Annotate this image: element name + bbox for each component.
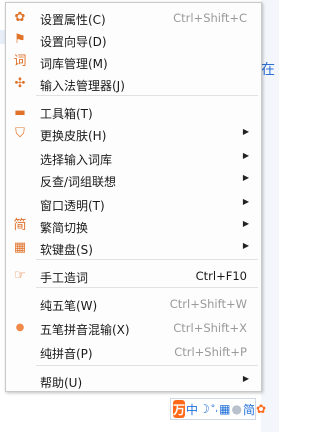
menu-separator [36,287,258,288]
ime-manager-icon: ✣ [14,76,26,91]
menu-item-toolbox[interactable]: ▬ 工具箱(T) [6,101,261,123]
context-menu: ✿ 设置属性(C) Ctrl+Shift+C ⚑ 设置向导(D) 词词库管理(M) ✣ 输入法… [5,2,262,392]
menu-item-label: 手工造词 [40,271,89,285]
menu-item-label: 词库管理(M) [40,57,108,71]
menu-item-label: 五笔拼音混输(X) [40,323,130,337]
simplified-icon[interactable]: 简 [243,400,255,418]
background-text: 在 [261,62,275,78]
trad-simp-icon: 简 [13,218,27,233]
menu-item-label: 输入法管理器(J) [40,79,125,93]
flag-icon: ⚑ [14,32,26,47]
menu-item-pure-pinyin[interactable]: 纯拼音(P) Ctrl+Shift+P [6,341,261,363]
gear-icon: ✿ [14,10,26,25]
punctuation-icon[interactable]: °, [211,400,218,418]
menu-item-shortcut: Ctrl+Shift+P [174,345,247,359]
submenu-arrow-icon: ▶ [242,127,249,136]
menu-item-wizard[interactable]: ⚑ 设置向导(D) [6,29,261,51]
moon-icon[interactable]: ☽ [199,400,210,418]
gear-icon[interactable]: ✿ [256,400,266,418]
menu-item-label: 纯拼音(P) [40,347,93,361]
menu-separator [36,95,258,96]
menu-item-lexicon[interactable]: 词词库管理(M) [6,51,261,73]
menu-item-skin[interactable]: ⛉ 更换皮肤(H) ▶ [6,123,261,145]
menu-item-label: 帮助(U) [40,376,83,390]
menu-item-soft-keyboard[interactable]: ▦ 软键盘(S) ▶ [6,237,261,259]
menu-item-label: 工具箱(T) [40,107,93,121]
submenu-arrow-icon: ▶ [242,173,249,182]
menu-item-label: 反查/词组联想 [40,175,117,189]
keyboard-icon: ▦ [13,240,27,255]
menu-item-settings[interactable]: ✿ 设置属性(C) Ctrl+Shift+C [6,7,261,29]
menu-item-label: 软键盘(S) [40,243,93,257]
menu-item-shortcut: Ctrl+Shift+C [173,11,247,25]
menu-item-label: 纯五笔(W) [40,299,98,313]
lexicon-icon: 词 [13,54,27,69]
menu-item-select-lexicon[interactable]: 选择输入词库 ▶ [6,147,261,169]
menu-item-help[interactable]: 帮助(U) ▶ [6,370,261,392]
menu-item-label: 窗口透明(T) [40,199,105,213]
selected-dot-icon: ● [15,322,25,333]
menu-item-ime-manager[interactable]: ✣ 输入法管理器(J) [6,73,261,95]
chinese-mode-icon[interactable]: 中 [186,400,198,418]
submenu-arrow-icon: ▶ [242,219,249,228]
keyboard-icon[interactable]: ▦ [219,400,230,418]
menu-item-manual-word[interactable]: ☞ 手工造词 Ctrl+F10 [6,265,261,287]
submenu-arrow-icon: ▶ [242,197,249,206]
hand-icon: ☞ [14,268,26,283]
menu-item-reverse-lookup[interactable]: 反查/词组联想 ▶ [6,169,261,191]
menu-item-transparency[interactable]: 窗口透明(T) ▶ [6,193,261,215]
menu-item-pure-wubi[interactable]: 纯五笔(W) Ctrl+Shift+W [6,293,261,315]
menu-item-label: 更换皮肤(H) [40,129,107,143]
shirt-icon: ⛉ [15,126,25,141]
menu-item-wubi-pinyin[interactable]: ● 五笔拼音混输(X) Ctrl+Shift+X [6,317,261,339]
ime-status-bar: 万中 ☽ °, ▦ ● 简 ✿ [170,398,266,420]
menu-separator [36,365,258,366]
menu-item-trad-simp[interactable]: 简繁简切换 ▶ [6,215,261,237]
submenu-arrow-icon: ▶ [242,151,249,160]
ime-logo-icon[interactable]: 万 [173,400,186,418]
menu-item-shortcut: Ctrl+F10 [195,269,247,283]
menu-item-label: 设置属性(C) [40,13,106,27]
menu-separator [36,259,258,260]
submenu-arrow-icon: ▶ [242,374,249,383]
menu-item-shortcut: Ctrl+Shift+X [173,321,247,335]
submenu-arrow-icon: ▶ [242,241,249,250]
toolbox-icon: ▬ [14,105,26,119]
menu-item-label: 选择输入词库 [40,153,113,167]
menu-item-label: 设置向导(D) [40,35,107,49]
user-icon[interactable]: ● [232,400,242,418]
menu-item-shortcut: Ctrl+Shift+W [169,297,247,311]
menu-item-label: 繁简切换 [40,221,89,235]
